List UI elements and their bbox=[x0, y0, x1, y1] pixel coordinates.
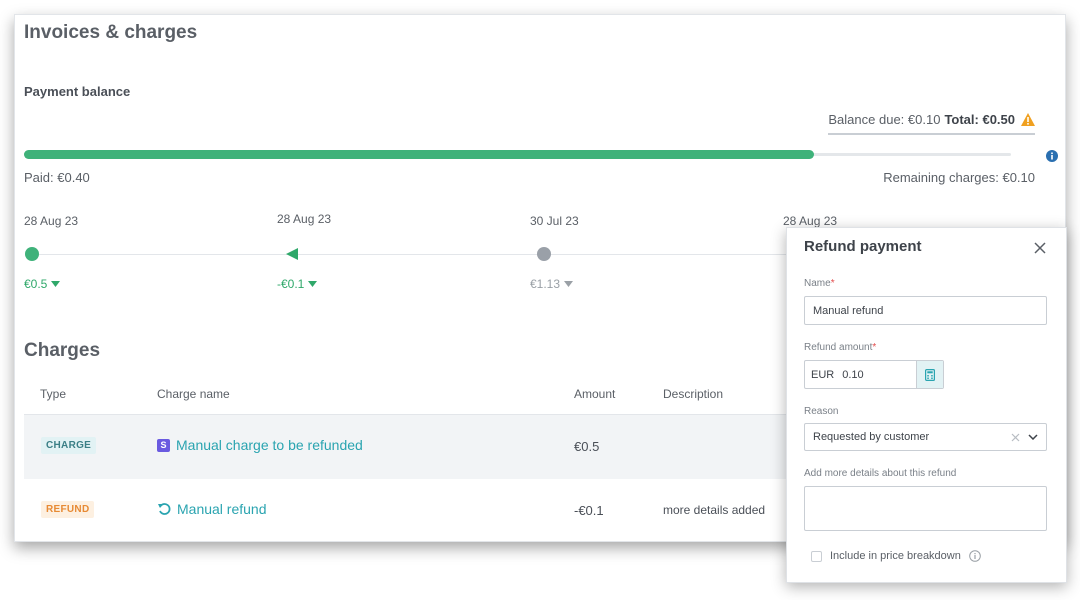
refund-amount-label-text: Refund amount bbox=[804, 342, 873, 353]
chevron-down-icon[interactable] bbox=[1028, 434, 1038, 440]
timeline-item[interactable]: 28 Aug 23 bbox=[783, 214, 837, 228]
balance-due-text: Balance due: €0.10 bbox=[828, 112, 941, 127]
refund-amount-input[interactable]: EUR 0.10 bbox=[804, 360, 944, 389]
pending-dot-icon[interactable] bbox=[536, 246, 552, 262]
include-price-breakdown[interactable]: Include in price breakdown bbox=[811, 550, 981, 562]
timeline-amount[interactable]: €1.13 bbox=[530, 277, 574, 291]
name-input[interactable]: Manual refund bbox=[804, 296, 1047, 325]
remaining-charges: Remaining charges: €0.10 bbox=[883, 170, 1035, 185]
refund-type-badge: REFUND bbox=[41, 501, 95, 518]
name-input-value: Manual refund bbox=[813, 304, 884, 317]
calculator-button[interactable] bbox=[916, 361, 943, 388]
timeline-amount-text: €1.13 bbox=[530, 277, 561, 291]
timeline-item[interactable]: 28 Aug 23 -€0.1 bbox=[277, 212, 332, 291]
warning-icon[interactable] bbox=[1021, 113, 1035, 126]
close-icon[interactable] bbox=[1034, 242, 1046, 254]
timeline-date: 28 Aug 23 bbox=[24, 214, 79, 228]
timeline-amount[interactable]: -€0.1 bbox=[277, 277, 318, 291]
refund-amount: -€0.1 bbox=[574, 503, 604, 518]
checkbox-label: Include in price breakdown bbox=[830, 550, 961, 562]
reason-label: Reason bbox=[804, 406, 839, 417]
include-checkbox[interactable] bbox=[811, 550, 822, 562]
timeline-amount[interactable]: €0.5 bbox=[24, 277, 61, 291]
amount-value: 0.10 bbox=[842, 368, 864, 381]
info-outline-icon[interactable] bbox=[969, 550, 981, 562]
column-header-type: Type bbox=[40, 387, 67, 401]
details-textarea[interactable] bbox=[804, 486, 1047, 531]
undo-icon bbox=[158, 503, 171, 515]
payment-progress-fill bbox=[24, 150, 814, 159]
column-header-amount: Amount bbox=[574, 387, 616, 401]
stripe-icon: S bbox=[157, 438, 170, 452]
timeline-item[interactable]: 28 Aug 23 €0.5 bbox=[24, 214, 79, 291]
name-label: Name* bbox=[804, 278, 835, 289]
refund-payment-dialog: Refund payment Name* Manual refund Refun… bbox=[786, 227, 1067, 583]
column-header-description: Description bbox=[663, 387, 724, 401]
currency-code: EUR bbox=[811, 368, 835, 381]
caret-down-icon bbox=[308, 281, 318, 287]
caret-down-icon bbox=[51, 281, 61, 287]
calculator-icon bbox=[925, 368, 935, 381]
refund-name-link[interactable]: Manual refund bbox=[157, 501, 267, 517]
details-label: Add more details about this refund bbox=[804, 468, 957, 479]
charge-type-badge: CHARGE bbox=[41, 437, 97, 454]
paid-dot-icon[interactable] bbox=[24, 246, 40, 262]
refund-description: more details added bbox=[663, 503, 766, 517]
reason-select[interactable]: Requested by customer bbox=[804, 423, 1047, 451]
refund-amount-label: Refund amount* bbox=[804, 342, 876, 353]
timeline-item[interactable]: 30 Jul 23 €1.13 bbox=[530, 214, 579, 291]
payment-balance-title: Payment balance bbox=[24, 84, 131, 99]
name-label-text: Name bbox=[804, 278, 831, 289]
timeline-date: 28 Aug 23 bbox=[783, 214, 838, 228]
charge-name-text: Manual charge to be refunded bbox=[176, 437, 363, 453]
charges-title: Charges bbox=[24, 340, 101, 361]
required-mark: * bbox=[872, 342, 877, 353]
timeline-amount-text: €0.5 bbox=[24, 277, 48, 291]
refund-arrow-icon[interactable] bbox=[284, 246, 300, 262]
timeline-amount-text: -€0.1 bbox=[277, 277, 305, 291]
page-title: Invoices & charges bbox=[24, 22, 198, 43]
dialog-title: Refund payment bbox=[804, 238, 922, 255]
required-mark: * bbox=[830, 278, 835, 289]
reason-selected-value: Requested by customer bbox=[813, 431, 930, 443]
paid-amount: Paid: €0.40 bbox=[24, 170, 90, 185]
info-icon[interactable] bbox=[1046, 150, 1058, 162]
payment-progress-bar bbox=[24, 150, 1011, 159]
total-text: Total: €0.50 bbox=[944, 112, 1015, 127]
balance-summary: Balance due: €0.10 Total: €0.50 bbox=[828, 112, 1035, 135]
refund-name-text: Manual refund bbox=[177, 501, 267, 517]
timeline-date: 30 Jul 23 bbox=[530, 214, 579, 228]
charge-amount: €0.5 bbox=[574, 439, 600, 454]
caret-down-icon bbox=[564, 281, 574, 287]
clear-icon[interactable] bbox=[1011, 433, 1020, 442]
charge-name-link[interactable]: S Manual charge to be refunded bbox=[157, 437, 363, 453]
column-header-charge-name: Charge name bbox=[157, 387, 230, 401]
timeline-date: 28 Aug 23 bbox=[277, 212, 332, 226]
